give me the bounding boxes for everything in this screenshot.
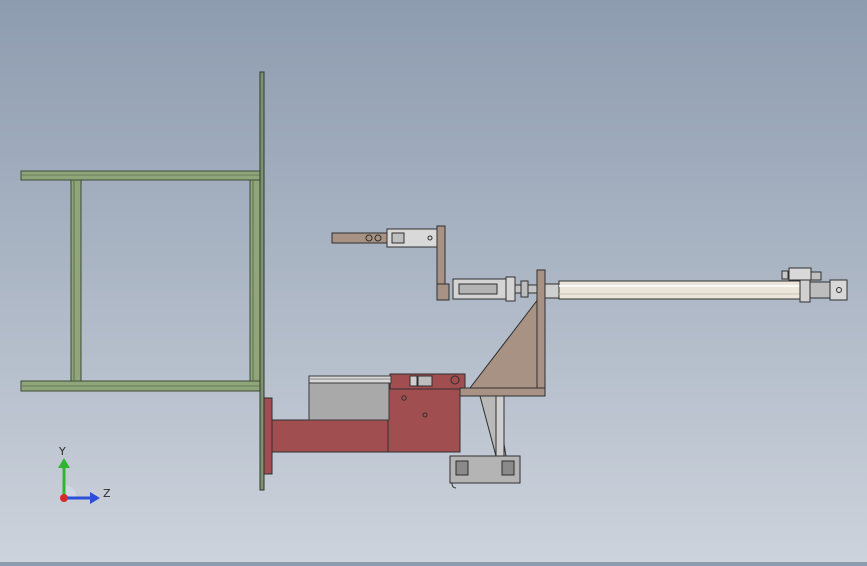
guide-rail — [308, 375, 392, 421]
gripper-assembly — [331, 225, 450, 301]
assembly-drawing: Y Z — [20, 71, 848, 504]
mount-plate — [259, 71, 265, 491]
upper-small-cylinder — [452, 276, 538, 302]
gripper-finger — [331, 232, 388, 244]
cylinder-flange — [263, 397, 273, 475]
cylinder-end-block — [387, 388, 461, 453]
triad-y-label: Y — [58, 445, 66, 458]
rod — [558, 280, 807, 300]
x-axis-dot-icon — [60, 494, 68, 502]
y-axis-arrow-icon — [58, 458, 70, 468]
welded-frame — [20, 170, 262, 392]
rod-end-clevis — [829, 279, 848, 301]
bracket-base — [459, 387, 546, 397]
z-axis-arrow-icon — [90, 492, 100, 504]
cylinder-barrel — [271, 419, 398, 453]
frame-right-post — [249, 179, 261, 382]
long-rod-cylinder — [544, 267, 848, 303]
frame-top-rail — [20, 170, 262, 181]
bracket-upright — [536, 269, 546, 395]
bolt — [450, 375, 460, 385]
frame-left-post — [70, 179, 82, 382]
triad-z-label: Z — [103, 487, 111, 500]
cad-viewport[interactable]: Y Z — [0, 0, 867, 562]
orientation-triad: Y Z — [58, 445, 111, 504]
